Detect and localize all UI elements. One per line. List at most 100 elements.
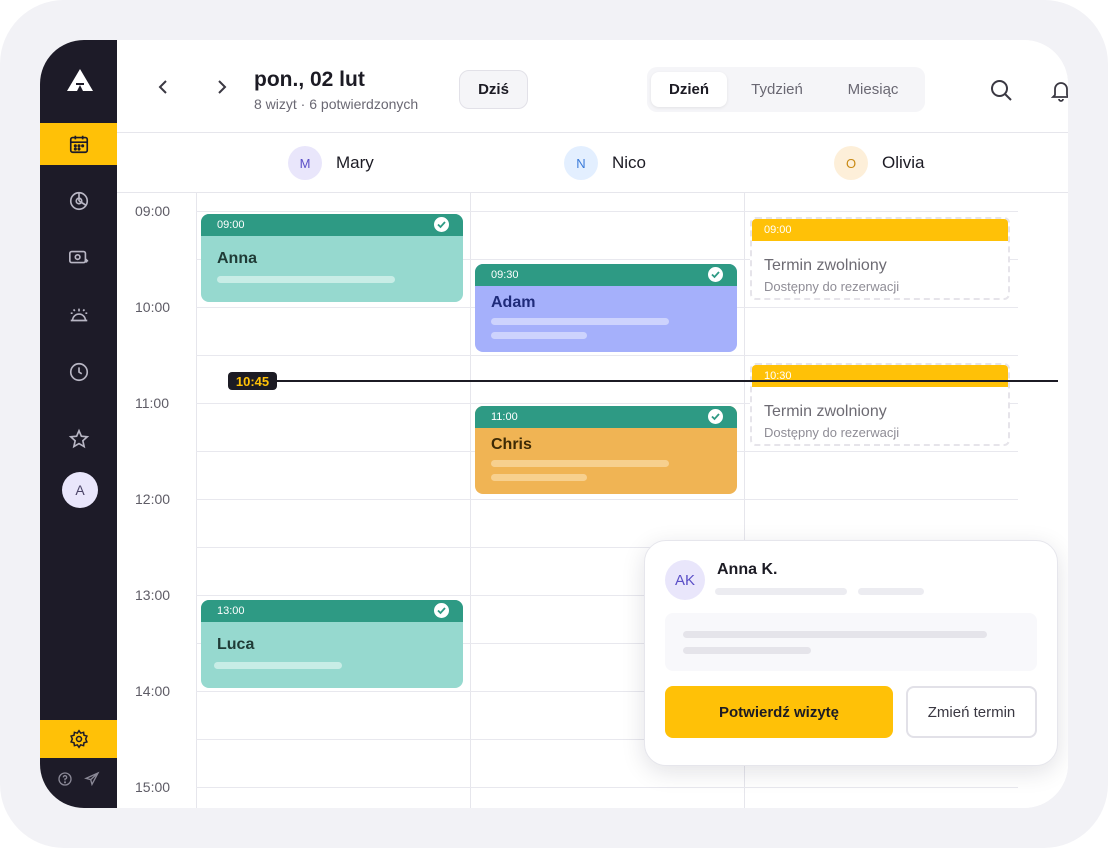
staff-name: Nico bbox=[612, 153, 647, 172]
star-icon bbox=[68, 428, 89, 449]
sidebar-item-reports[interactable] bbox=[40, 180, 117, 222]
check-icon bbox=[708, 267, 723, 282]
hour-line bbox=[196, 211, 1018, 212]
placeholder-line bbox=[715, 588, 847, 595]
staff-avatar: M bbox=[288, 146, 322, 180]
column-divider bbox=[470, 193, 471, 808]
appointment-card[interactable]: 09:30 Adam bbox=[475, 264, 737, 352]
chevron-left-icon[interactable] bbox=[155, 78, 173, 96]
gear-icon bbox=[69, 729, 88, 749]
check-icon bbox=[708, 409, 723, 424]
appointment-card[interactable]: 11:00 Chris bbox=[475, 406, 737, 494]
appointment-details bbox=[665, 613, 1037, 671]
tab-month[interactable]: Miesiąc bbox=[827, 72, 919, 107]
appointment-popover: AK Anna K. Potwierdź wizytę Zmień termin bbox=[644, 540, 1058, 766]
time-label: 11:00 bbox=[135, 395, 169, 411]
free-slot-subtitle: Dostępny do rezerwacji bbox=[764, 425, 900, 440]
appointment-time-label: 13:00 bbox=[217, 605, 245, 617]
time-label: 10:00 bbox=[135, 299, 171, 315]
current-time-line bbox=[230, 380, 1058, 382]
client-name: Anna bbox=[217, 250, 257, 267]
device-frame: A pon., 02 lut 8 wizyt · 6 potwierdzonyc… bbox=[0, 0, 1108, 848]
today-button[interactable]: Dziś bbox=[459, 70, 528, 109]
search-icon[interactable] bbox=[989, 78, 1013, 102]
free-slot-time: 10:30 bbox=[752, 365, 1008, 387]
sidebar-item-payments[interactable] bbox=[40, 237, 117, 279]
client-name: Chris bbox=[491, 436, 532, 453]
app-screen: A pon., 02 lut 8 wizyt · 6 potwierdzonyc… bbox=[40, 40, 1068, 808]
chevron-right-icon[interactable] bbox=[212, 78, 230, 96]
confirm-visit-button[interactable]: Potwierdź wizytę bbox=[665, 686, 893, 738]
appointment-time: 11:00 bbox=[475, 406, 737, 428]
placeholder-line bbox=[217, 276, 395, 283]
column-divider bbox=[196, 193, 197, 808]
check-icon bbox=[434, 603, 449, 618]
appointment-card[interactable]: 13:00 Luca bbox=[201, 600, 463, 688]
appointment-time: 09:00 bbox=[201, 214, 463, 236]
send-icon[interactable] bbox=[83, 771, 100, 787]
bell-icon[interactable] bbox=[1049, 78, 1068, 102]
free-slot-card[interactable]: 09:00 Termin zwolniony Dostępny do rezer… bbox=[750, 217, 1010, 300]
money-icon bbox=[68, 250, 88, 264]
page-title: pon., 02 lut bbox=[254, 68, 365, 91]
staff-name: Mary bbox=[336, 153, 374, 172]
clock-icon bbox=[69, 362, 88, 382]
sidebar-item-settings[interactable] bbox=[40, 720, 117, 758]
free-slot-title: Termin zwolniony bbox=[764, 403, 887, 420]
free-slot-time: 09:00 bbox=[752, 219, 1008, 241]
appointment-time-label: 09:30 bbox=[491, 269, 519, 281]
staff-avatar: N bbox=[564, 146, 598, 180]
free-slot-card[interactable]: 10:30 Termin zwolniony Dostępny do rezer… bbox=[750, 363, 1010, 446]
avatar[interactable]: A bbox=[62, 472, 98, 508]
appointment-card[interactable]: 09:00 Anna bbox=[201, 214, 463, 302]
check-icon bbox=[434, 217, 449, 232]
staff-header-row: M Mary N Nico O Olivia bbox=[117, 133, 1068, 193]
client-avatar: AK bbox=[665, 560, 705, 600]
sidebar-item-favorites[interactable] bbox=[40, 418, 117, 460]
staff-mary[interactable]: M Mary bbox=[288, 146, 374, 180]
time-label: 14:00 bbox=[135, 683, 171, 699]
service-bell-icon bbox=[70, 308, 87, 322]
placeholder-line bbox=[683, 631, 987, 638]
client-name: Adam bbox=[491, 294, 536, 311]
sidebar-footer bbox=[40, 764, 117, 794]
current-time-badge: 10:45 bbox=[228, 372, 277, 390]
appointment-time: 13:00 bbox=[201, 600, 463, 622]
free-slot-subtitle: Dostępny do rezerwacji bbox=[764, 279, 900, 294]
free-slot-title: Termin zwolniony bbox=[764, 257, 887, 274]
time-label: 09:00 bbox=[135, 203, 171, 219]
sidebar-item-calendar[interactable] bbox=[40, 123, 117, 165]
main-area: pon., 02 lut 8 wizyt · 6 potwierdzonych … bbox=[117, 40, 1068, 808]
placeholder-line bbox=[491, 474, 587, 481]
placeholder-line bbox=[491, 318, 669, 325]
time-label: 13:00 bbox=[135, 587, 171, 603]
calendar-icon bbox=[69, 135, 88, 154]
hour-line bbox=[196, 499, 1018, 500]
time-label: 15:00 bbox=[135, 779, 171, 795]
client-name: Anna K. bbox=[717, 561, 778, 578]
placeholder-line bbox=[491, 332, 587, 339]
sidebar-item-history[interactable] bbox=[40, 351, 117, 393]
sidebar-item-services[interactable] bbox=[40, 294, 117, 336]
placeholder-line bbox=[683, 647, 811, 654]
appointment-time-label: 09:00 bbox=[217, 219, 245, 231]
help-icon[interactable] bbox=[57, 771, 73, 787]
time-label: 12:00 bbox=[135, 491, 171, 507]
placeholder-line bbox=[214, 662, 342, 669]
tab-week[interactable]: Tydzień bbox=[731, 72, 823, 107]
logo-icon bbox=[67, 69, 93, 91]
staff-avatar: O bbox=[834, 146, 868, 180]
client-name: Luca bbox=[217, 636, 255, 653]
sidebar: A bbox=[40, 40, 117, 808]
staff-name: Olivia bbox=[882, 153, 925, 172]
staff-nico[interactable]: N Nico bbox=[564, 146, 646, 180]
reschedule-button[interactable]: Zmień termin bbox=[906, 686, 1037, 738]
tab-day[interactable]: Dzień bbox=[651, 72, 727, 107]
view-switcher: Dzień Tydzień Miesiąc bbox=[647, 67, 925, 112]
staff-olivia[interactable]: O Olivia bbox=[834, 146, 925, 180]
chart-pie-icon bbox=[69, 191, 88, 211]
hour-line bbox=[196, 787, 1018, 788]
toolbar: pon., 02 lut 8 wizyt · 6 potwierdzonych … bbox=[117, 40, 1068, 133]
appointments-summary: 8 wizyt · 6 potwierdzonych bbox=[254, 96, 419, 112]
appointment-time: 09:30 bbox=[475, 264, 737, 286]
